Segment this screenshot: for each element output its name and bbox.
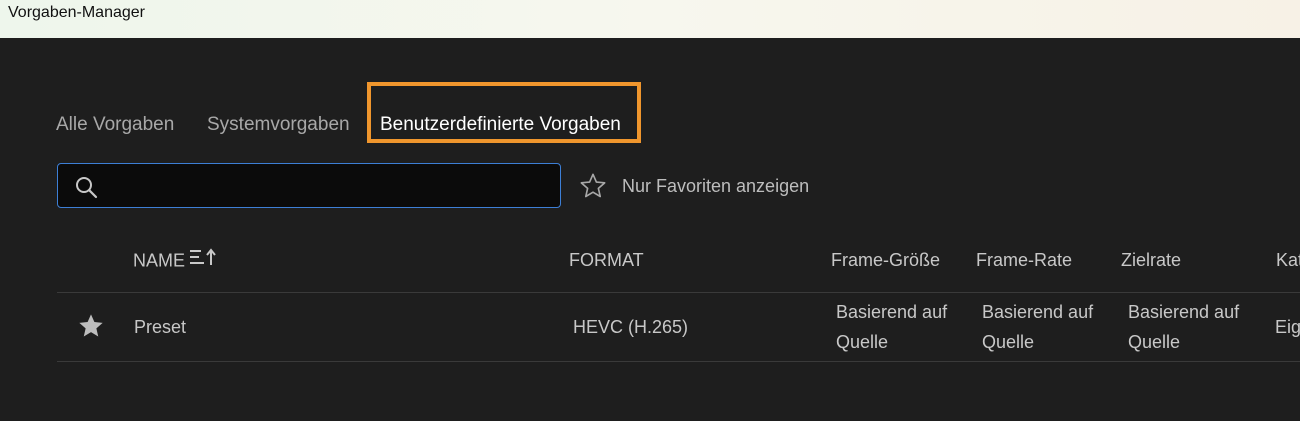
search-icon [74,175,98,199]
star-filled-icon[interactable] [77,312,105,340]
preset-target-rate: Basierend auf Quelle [1128,302,1240,352]
column-header-target-rate[interactable]: Zielrate [1121,250,1181,271]
tab-system-presets[interactable]: Systemvorgaben [207,113,350,137]
search-box[interactable] [57,163,561,208]
row-divider [57,361,1300,362]
column-header-category[interactable]: Kat [1276,250,1300,271]
column-header-frame-rate[interactable]: Frame-Rate [976,250,1072,271]
window-title: Vorgaben-Manager [8,4,145,21]
preset-format: HEVC (H.265) [573,317,689,337]
preset-manager-panel: Alle Vorgaben Systemvorgaben Benutzerdef… [0,38,1300,421]
show-favorites-only-toggle[interactable]: Nur Favoriten anzeigen [579,172,809,200]
search-input[interactable] [110,170,554,203]
column-header-frame-size[interactable]: Frame-Größe [831,250,940,271]
preset-frame-size: Basierend auf Quelle [836,302,948,352]
tab-custom-presets[interactable]: Benutzerdefinierte Vorgaben [380,113,621,137]
header-divider [57,292,1300,293]
tab-all-presets[interactable]: Alle Vorgaben [56,113,174,137]
star-outline-icon[interactable] [579,172,607,200]
column-header-name[interactable]: NAME [133,248,217,273]
column-header-format[interactable]: FORMAT [569,250,644,271]
preset-frame-rate: Basierend auf Quelle [982,302,1094,352]
sort-ascending-icon[interactable] [189,248,217,271]
show-favorites-only-label: Nur Favoriten anzeigen [622,175,810,196]
column-header-name-label: NAME [133,250,186,271]
preset-category: Eige [1275,317,1300,337]
title-bar: Vorgaben-Manager [0,0,1300,38]
preset-name: Preset [134,317,187,337]
